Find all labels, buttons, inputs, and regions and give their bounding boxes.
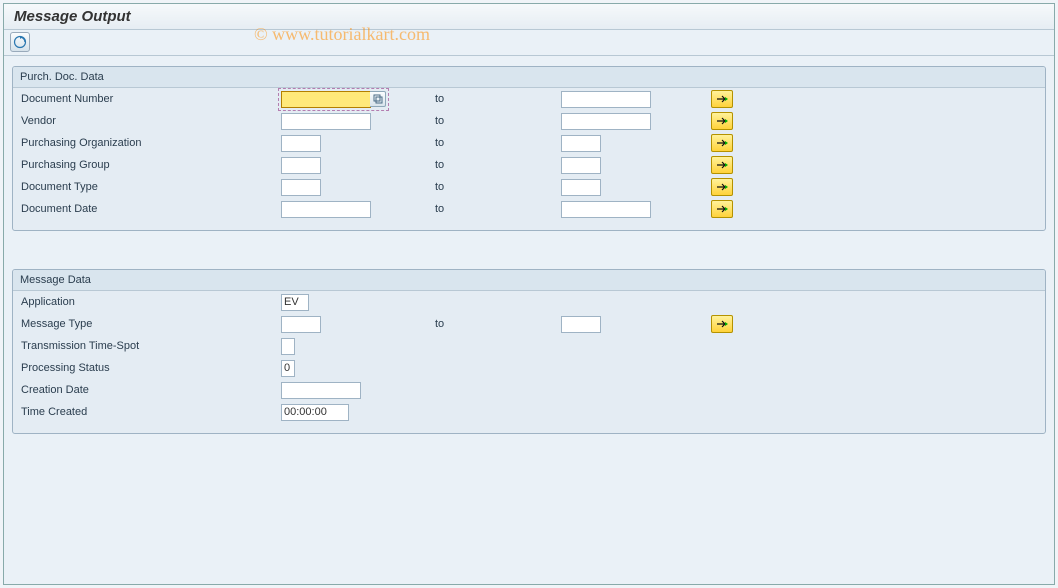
to-label: to: [431, 93, 561, 105]
field-label: Application: [21, 296, 281, 308]
window: Message Output © www.tutorialkart.com Pu…: [3, 3, 1055, 585]
to-input[interactable]: [561, 91, 651, 108]
field-row: Vendor to: [13, 110, 1045, 132]
to-slot: [561, 91, 711, 108]
multiple-selection-button[interactable]: [711, 315, 733, 333]
to-slot: [561, 157, 711, 174]
window-title: Message Output: [14, 8, 131, 25]
from-input[interactable]: [281, 382, 361, 399]
field-label: Purchasing Organization: [21, 137, 281, 149]
from-input[interactable]: [281, 157, 321, 174]
field-label: Processing Status: [21, 362, 281, 374]
field-label: Transmission Time-Spot: [21, 340, 281, 352]
from-input[interactable]: [281, 294, 309, 311]
field-row: Message Type to: [13, 313, 1045, 335]
from-slot: [281, 179, 431, 196]
group-body: Application Message Type to Transmission Ti…: [13, 291, 1045, 423]
to-label: to: [431, 203, 561, 215]
field-row: Document Type to: [13, 176, 1045, 198]
field-row: Transmission Time-Spot: [13, 335, 1045, 357]
multi-slot: [711, 134, 851, 152]
from-slot: [281, 316, 431, 333]
to-label: to: [431, 115, 561, 127]
field-label: Vendor: [21, 115, 281, 127]
from-slot: [281, 294, 431, 311]
from-slot: [281, 382, 431, 399]
from-input[interactable]: [281, 179, 321, 196]
from-slot: [281, 157, 431, 174]
to-input[interactable]: [561, 135, 601, 152]
to-input[interactable]: [561, 113, 651, 130]
multi-slot: [711, 178, 851, 196]
to-slot: [561, 201, 711, 218]
field-row: Creation Date: [13, 379, 1045, 401]
group-message-data: Message Data Application Message Type to Tr…: [12, 269, 1046, 434]
field-label: Message Type: [21, 318, 281, 330]
group-title: Purch. Doc. Data: [13, 67, 1045, 88]
to-label: to: [431, 159, 561, 171]
from-input[interactable]: [281, 316, 321, 333]
to-slot: [561, 179, 711, 196]
search-help-icon[interactable]: [370, 91, 386, 107]
from-input[interactable]: [281, 113, 371, 130]
execute-button[interactable]: [10, 32, 30, 52]
field-label: Creation Date: [21, 384, 281, 396]
group-title: Message Data: [13, 270, 1045, 291]
field-label: Document Number: [21, 93, 281, 105]
multiple-selection-button[interactable]: [711, 156, 733, 174]
field-label: Document Type: [21, 181, 281, 193]
content: Purch. Doc. Data Document NumbertoVendor…: [4, 56, 1054, 482]
multiple-selection-button[interactable]: [711, 178, 733, 196]
from-slot: [281, 360, 431, 377]
multi-slot: [711, 156, 851, 174]
title-bar: Message Output: [4, 4, 1054, 30]
to-input[interactable]: [561, 201, 651, 218]
multi-slot: [711, 315, 851, 333]
field-label: Purchasing Group: [21, 159, 281, 171]
field-row: Time Created: [13, 401, 1045, 423]
to-input[interactable]: [561, 179, 601, 196]
to-slot: [561, 316, 711, 333]
multiple-selection-button[interactable]: [711, 112, 733, 130]
multi-slot: [711, 200, 851, 218]
to-label: to: [431, 181, 561, 193]
field-row: Document Date to: [13, 198, 1045, 220]
from-input[interactable]: [281, 360, 295, 377]
to-slot: [561, 113, 711, 130]
from-input[interactable]: [281, 135, 321, 152]
multiple-selection-button[interactable]: [711, 200, 733, 218]
field-row: Processing Status: [13, 357, 1045, 379]
from-slot: [281, 135, 431, 152]
multi-slot: [711, 90, 851, 108]
field-row: Document Number to: [13, 88, 1045, 110]
field-label: Time Created: [21, 406, 281, 418]
to-slot: [561, 135, 711, 152]
from-input[interactable]: [281, 91, 371, 108]
group-body: Document NumbertoVendortoPurchasing Orga…: [13, 88, 1045, 220]
field-label: Document Date: [21, 203, 281, 215]
field-row: Purchasing Organization to: [13, 132, 1045, 154]
multiple-selection-button[interactable]: [711, 90, 733, 108]
from-slot: [281, 338, 431, 355]
multi-slot: [711, 112, 851, 130]
from-slot: [281, 91, 431, 108]
to-label: to: [431, 318, 561, 330]
from-slot: [281, 113, 431, 130]
to-label: to: [431, 137, 561, 149]
from-slot: [281, 201, 431, 218]
to-input[interactable]: [561, 316, 601, 333]
field-row: Application: [13, 291, 1045, 313]
toolbar: © www.tutorialkart.com: [4, 30, 1054, 56]
multiple-selection-button[interactable]: [711, 134, 733, 152]
from-slot: [281, 404, 431, 421]
from-input[interactable]: [281, 404, 349, 421]
field-row: Purchasing Group to: [13, 154, 1045, 176]
from-input[interactable]: [281, 338, 295, 355]
group-purch-doc-data: Purch. Doc. Data Document NumbertoVendor…: [12, 66, 1046, 231]
to-input[interactable]: [561, 157, 601, 174]
from-input[interactable]: [281, 201, 371, 218]
